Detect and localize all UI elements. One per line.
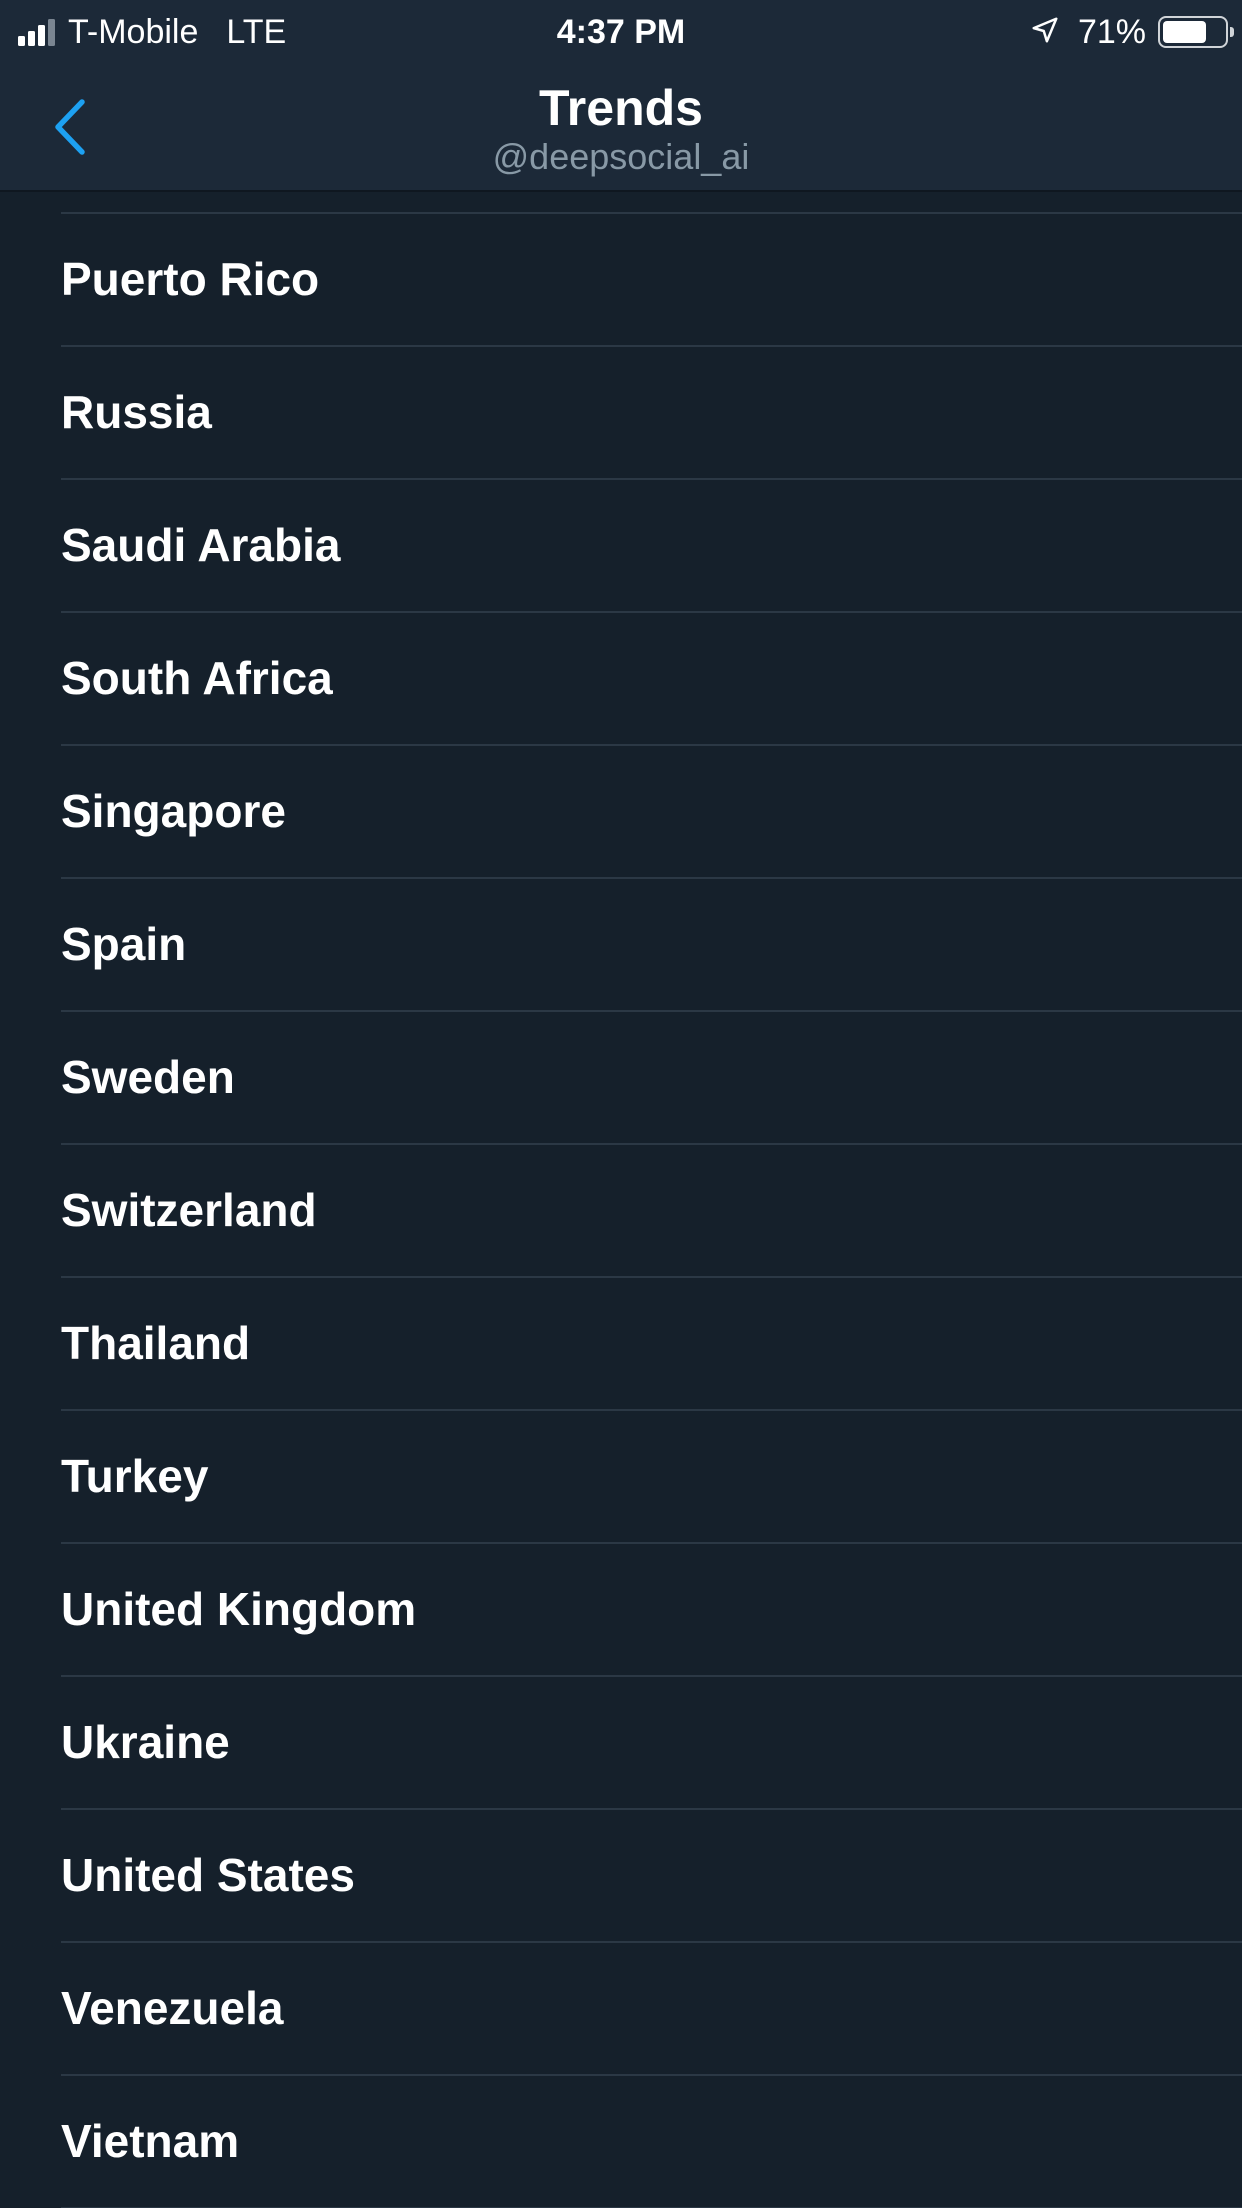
list-item[interactable]: Turkey — [0, 1411, 1242, 1544]
list-item-label: Turkey — [61, 1450, 209, 1502]
battery-cap — [1230, 27, 1234, 37]
list-item-label: South Africa — [61, 652, 333, 704]
list-item[interactable]: United States — [0, 1810, 1242, 1943]
list-item[interactable]: United Kingdom — [0, 1544, 1242, 1677]
list-item[interactable]: Russia — [0, 347, 1242, 480]
battery-icon — [1158, 16, 1234, 48]
list-item-label: Puerto Rico — [61, 253, 320, 305]
list-item-label: Switzerland — [61, 1184, 317, 1236]
list-item-label: Spain — [61, 918, 187, 970]
page-title: Trends — [539, 80, 703, 136]
list-item[interactable]: Switzerland — [0, 1145, 1242, 1278]
list-item-label: Thailand — [61, 1317, 251, 1369]
list-item-label: Saudi Arabia — [61, 519, 341, 571]
list-item-label: Sweden — [61, 1051, 235, 1103]
battery-fill — [1163, 21, 1206, 43]
battery-percent: 71% — [1077, 13, 1146, 51]
carrier-name: T-Mobile — [68, 13, 199, 51]
navigation-bar: Trends @deepsocial_ai — [0, 62, 1242, 192]
list-item[interactable]: Thailand — [0, 1278, 1242, 1411]
network-type: LTE — [226, 13, 287, 51]
list-item[interactable]: Singapore — [0, 746, 1242, 879]
list-item-label: Singapore — [61, 785, 286, 837]
list-item-label: Vietnam — [61, 2115, 240, 2167]
list-item-label: United Kingdom — [61, 1583, 417, 1635]
status-left: T-Mobile LTE — [18, 12, 286, 52]
list-item-label: Venezuela — [61, 1982, 284, 2034]
signal-icon — [18, 18, 58, 46]
list-item-label: Russia — [61, 386, 212, 438]
list-item[interactable]: Puerto Rico — [0, 214, 1242, 347]
list-item[interactable]: South Africa — [0, 613, 1242, 746]
list-item-label: United States — [61, 1849, 355, 1901]
list-item-label: Ukraine — [61, 1716, 230, 1768]
list-item[interactable]: Saudi Arabia — [0, 480, 1242, 613]
location-arrow-icon — [1030, 15, 1060, 50]
status-bar: T-Mobile LTE 4:37 PM 71% — [0, 0, 1242, 62]
account-handle: @deepsocial_ai — [492, 136, 750, 177]
list-item[interactable]: Sweden — [0, 1012, 1242, 1145]
list-item[interactable]: Ukraine — [0, 1677, 1242, 1810]
list-item[interactable]: Vietnam — [0, 2076, 1242, 2208]
list-item[interactable]: Venezuela — [0, 1943, 1242, 2076]
status-right: 71% — [1030, 12, 1234, 52]
location-items: Puerto Rico Russia Saudi Arabia South Afric… — [0, 214, 1242, 2208]
list-item[interactable]: Spain — [0, 879, 1242, 1012]
location-list: Puerto Rico Russia Saudi Arabia South Afric… — [0, 192, 1242, 2208]
